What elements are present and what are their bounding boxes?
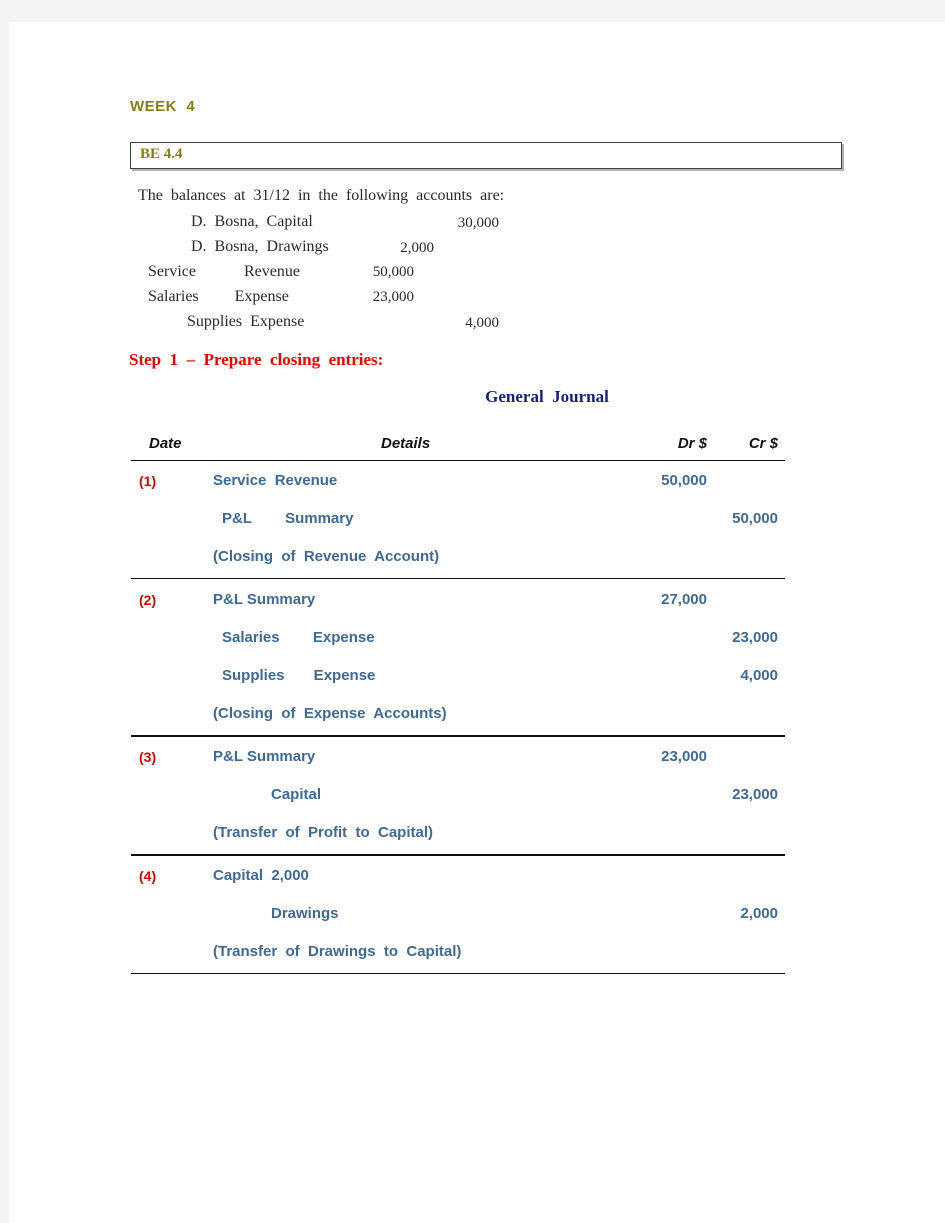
entry-details: P&L Summary [213, 591, 316, 608]
balance-amount-1: 2,000 [400, 240, 434, 256]
journal-row: P&L Summary 50,000 [131, 502, 785, 540]
column-header-date: Date [149, 435, 182, 452]
journal-entry-separator [131, 973, 785, 974]
entry-debit-amount: 27,000 [661, 591, 707, 608]
entry-details: Capital [271, 786, 322, 803]
balance-amount-2: 50,000 [372, 264, 414, 280]
journal-row: (4) Capital 2,000 [131, 859, 785, 897]
entry-details: Capital 2,000 [213, 867, 309, 884]
entry-number: (3) [139, 749, 157, 765]
journal-row: (Transfer of Drawings to Capital) [131, 935, 785, 973]
entry-details: Service Revenue [213, 472, 338, 489]
journal-row: (2) P&L Summary 27,000 [131, 583, 785, 621]
column-header-debit: Dr $ [677, 435, 707, 452]
journal-row: (Transfer of Profit to Capital) [131, 816, 785, 854]
balance-amount-0: 30,000 [457, 215, 499, 231]
entry-details: P&L Summary [213, 748, 316, 765]
entry-details: (Transfer of Profit to Capital) [213, 824, 434, 841]
entry-debit-amount: 50,000 [661, 472, 707, 489]
entry-number: (1) [139, 473, 157, 489]
balances-intro: The balances at 31/12 in the following a… [138, 187, 505, 204]
journal-entry-separator [131, 735, 785, 737]
entry-debit-amount: 23,000 [661, 748, 707, 765]
journal-entry-separator [131, 578, 785, 579]
entry-details: Salaries Expense [222, 629, 375, 646]
week-heading: WEEK 4 [130, 98, 196, 115]
entry-credit-amount: 23,000 [732, 629, 778, 646]
entry-details: (Closing of Expense Accounts) [213, 705, 447, 722]
column-header-credit: Cr $ [748, 435, 778, 452]
entry-credit-amount: 50,000 [732, 510, 778, 527]
journal-row: (3) P&L Summary 23,000 [131, 740, 785, 778]
entry-details: (Closing of Revenue Account) [213, 548, 440, 565]
journal-row: (Closing of Revenue Account) [131, 540, 785, 578]
column-header-details: Details [381, 435, 431, 452]
journal-row: Capital 23,000 [131, 778, 785, 816]
journal-header-rule [131, 460, 785, 461]
balance-account-4: Supplies Expense [187, 313, 305, 330]
exercise-label: BE 4.4 [140, 146, 183, 162]
entry-number: (4) [139, 868, 157, 884]
journal-title: General Journal [485, 387, 609, 406]
journal-row: Drawings 2,000 [131, 897, 785, 935]
journal-row: Supplies Expense 4,000 [131, 659, 785, 697]
journal-row: (1) Service Revenue 50,000 [131, 464, 785, 502]
balance-account-1: D. Bosna, Drawings [191, 238, 329, 255]
balance-account-0: D. Bosna, Capital [191, 213, 313, 230]
journal-row: Salaries Expense 23,000 [131, 621, 785, 659]
entry-details: P&L Summary [222, 510, 354, 527]
entry-number: (2) [139, 592, 157, 608]
balance-account-3: Salaries Expense [148, 288, 289, 305]
document-page: WEEK 4 BE 4.4 The balances at 31/12 in t… [9, 22, 945, 1223]
step-heading: Step 1 – Prepare closing entries: [129, 350, 384, 369]
balance-amount-4: 4,000 [465, 315, 499, 331]
exercise-title-box: BE 4.4 [130, 142, 842, 169]
entry-details: (Transfer of Drawings to Capital) [213, 943, 462, 960]
entry-details: Supplies Expense [222, 667, 376, 684]
journal-row: (Closing of Expense Accounts) [131, 697, 785, 735]
balance-account-2: Service Revenue [148, 263, 300, 280]
entry-credit-amount: 2,000 [740, 905, 778, 922]
balance-amount-3: 23,000 [372, 289, 414, 305]
entry-credit-amount: 23,000 [732, 786, 778, 803]
entry-details: Drawings [271, 905, 339, 922]
entry-credit-amount: 4,000 [740, 667, 778, 684]
journal-entry-separator [131, 854, 785, 856]
